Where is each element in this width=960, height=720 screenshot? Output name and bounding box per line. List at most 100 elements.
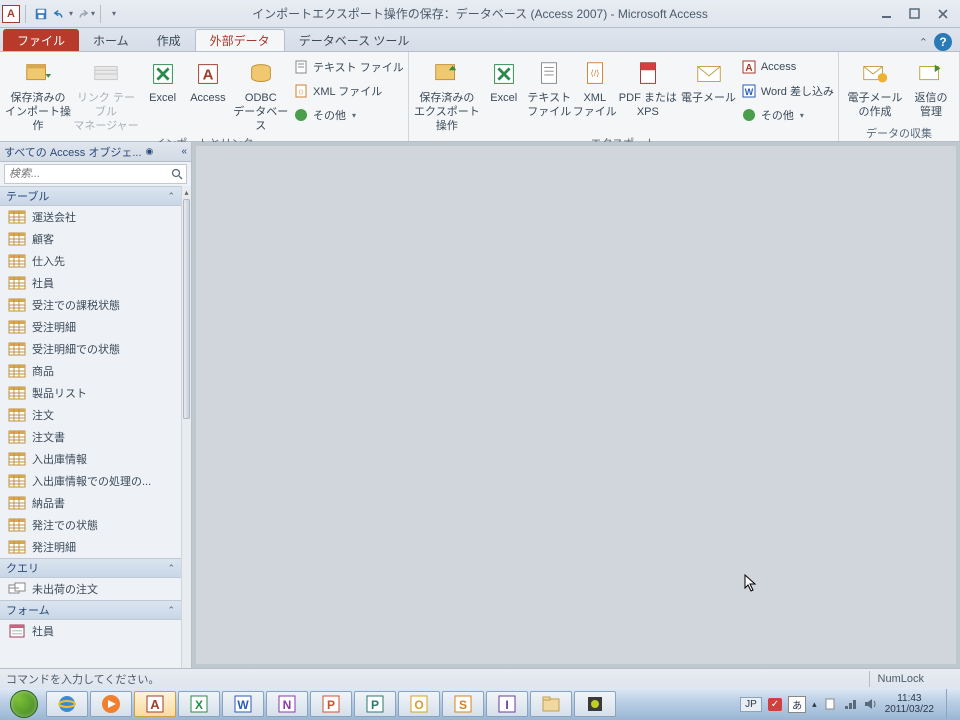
svg-text:S: S <box>459 698 467 712</box>
taskbar-outlook[interactable]: O <box>398 691 440 717</box>
svg-text:N: N <box>283 698 292 712</box>
nav-item[interactable]: 製品リスト <box>0 382 181 404</box>
close-button[interactable] <box>936 7 950 21</box>
nav-category-header[interactable]: テーブル⌃ <box>0 186 181 206</box>
qat-redo-button[interactable]: ▾ <box>75 4 95 24</box>
nav-item[interactable]: 入出庫情報 <box>0 448 181 470</box>
clock[interactable]: 11:432011/03/22 <box>883 693 936 715</box>
svg-text:X: X <box>195 698 203 712</box>
export-pdf-xps-button[interactable]: PDF またはXPS <box>618 54 679 120</box>
export-xml-file-button[interactable]: ⟨/⟩ XMLファイル <box>572 54 618 120</box>
taskbar-sharepoint[interactable]: S <box>442 691 484 717</box>
export-email-button[interactable]: 電子メール <box>678 54 739 106</box>
taskbar-media-player[interactable] <box>90 691 132 717</box>
qat-undo-button[interactable]: ▾ <box>53 4 73 24</box>
svg-text:W: W <box>745 87 754 97</box>
numlock-indicator: NumLock <box>878 673 924 685</box>
qat-customize[interactable]: ▾ <box>108 9 120 18</box>
action-center-icon[interactable] <box>823 697 837 711</box>
start-button[interactable] <box>4 689 44 719</box>
qat-save-button[interactable] <box>31 4 51 24</box>
export-access-button[interactable]: AAccess <box>741 56 796 78</box>
collect-group-label: データの収集 <box>839 125 959 141</box>
nav-item[interactable]: 納品書 <box>0 492 181 514</box>
nav-item[interactable]: 受注明細 <box>0 316 181 338</box>
create-email-button[interactable]: 電子メールの作成 <box>843 54 907 120</box>
tab-home[interactable]: ホーム <box>79 29 143 51</box>
nav-item[interactable]: 運送会社 <box>0 206 181 228</box>
ribbon-minimize-icon[interactable]: ⌃ <box>919 36 928 49</box>
ime-icon[interactable]: ✓ <box>768 698 782 711</box>
taskbar-powerpoint[interactable]: P <box>310 691 352 717</box>
help-button[interactable]: ? <box>934 33 952 51</box>
system-tray: JP ✓ あ ▴ 11:432011/03/22 <box>740 689 956 719</box>
status-message: コマンドを入力してください。 <box>6 671 159 687</box>
saved-imports-button[interactable]: 保存済みのインポート操作 <box>4 54 72 133</box>
export-other-button[interactable]: その他▾ <box>741 104 804 126</box>
nav-item[interactable]: 社員 <box>0 272 181 294</box>
search-icon[interactable] <box>168 165 186 183</box>
taskbar-onenote[interactable]: N <box>266 691 308 717</box>
nav-scrollbar[interactable]: ▴ <box>181 186 191 668</box>
import-xml-file-button[interactable]: ⟨⟩XML ファイル <box>293 80 382 102</box>
svg-text:I: I <box>505 698 508 712</box>
export-text-file-button[interactable]: テキストファイル <box>527 54 573 120</box>
export-word-merge-button[interactable]: WWord 差し込み <box>741 80 834 102</box>
volume-icon[interactable] <box>863 697 877 711</box>
chevron-up-icon: ⌃ <box>167 605 175 616</box>
nav-search-input[interactable] <box>5 165 168 183</box>
taskbar-word[interactable]: W <box>222 691 264 717</box>
ribbon-tabs: ファイル ホーム 作成 外部データ データベース ツール ⌃ ? <box>0 28 960 52</box>
window-title: インポートエクスポート操作の保存：データベース (Access 2007) - … <box>0 5 960 22</box>
nav-item[interactable]: 受注での課税状態 <box>0 294 181 316</box>
tab-create[interactable]: 作成 <box>143 29 195 51</box>
taskbar-excel[interactable]: X <box>178 691 220 717</box>
import-excel-button[interactable]: Excel <box>140 54 185 106</box>
taskbar-app[interactable] <box>574 691 616 717</box>
tab-database-tools[interactable]: データベース ツール <box>285 29 424 51</box>
nav-item[interactable]: 発注での状態 <box>0 514 181 536</box>
nav-item[interactable]: 商品 <box>0 360 181 382</box>
scroll-thumb[interactable] <box>183 199 190 419</box>
nav-item[interactable]: 受注明細での状態 <box>0 338 181 360</box>
taskbar-access[interactable]: A <box>134 691 176 717</box>
tab-external-data[interactable]: 外部データ <box>195 29 285 51</box>
nav-search <box>4 164 187 184</box>
nav-item[interactable]: 仕入先 <box>0 250 181 272</box>
nav-item[interactable]: 注文 <box>0 404 181 426</box>
taskbar-publisher[interactable]: P <box>354 691 396 717</box>
import-text-file-button[interactable]: テキスト ファイル <box>293 56 404 78</box>
show-desktop-button[interactable] <box>946 689 956 719</box>
minimize-button[interactable] <box>880 7 894 21</box>
taskbar-infopath[interactable]: I <box>486 691 528 717</box>
nav-category-header[interactable]: クエリ⌃ <box>0 558 181 578</box>
ime-mode[interactable]: あ <box>788 696 806 713</box>
nav-pane-header[interactable]: すべての Access オブジェ... ◉ « <box>0 142 191 162</box>
scroll-up-icon[interactable]: ▴ <box>182 186 191 198</box>
link-table-manager-button: リンク テーブルマネージャー <box>72 54 140 133</box>
network-icon[interactable] <box>843 697 857 711</box>
taskbar-explorer[interactable] <box>530 691 572 717</box>
import-odbc-button[interactable]: ODBCデータベース <box>231 54 291 133</box>
nav-category-header[interactable]: フォーム⌃ <box>0 600 181 620</box>
language-indicator[interactable]: JP <box>740 697 762 712</box>
tab-file[interactable]: ファイル <box>3 29 79 51</box>
saved-exports-button[interactable]: 保存済みのエクスポート操作 <box>413 54 481 133</box>
ribbon: 保存済みのインポート操作 リンク テーブルマネージャー Excel A Acce… <box>0 52 960 142</box>
import-other-button[interactable]: その他▾ <box>293 104 356 126</box>
maximize-button[interactable] <box>908 7 922 21</box>
manage-replies-button[interactable]: 返信の管理 <box>907 54 955 120</box>
nav-item[interactable]: 発注明細 <box>0 536 181 558</box>
nav-dropdown-icon[interactable]: ◉ <box>142 146 158 157</box>
nav-item[interactable]: 社員 <box>0 620 181 642</box>
nav-item[interactable]: 顧客 <box>0 228 181 250</box>
tray-chevron-up-icon[interactable]: ▴ <box>812 699 817 710</box>
import-access-button[interactable]: A Access <box>185 54 230 106</box>
nav-item[interactable]: 入出庫情報での処理の... <box>0 470 181 492</box>
nav-item[interactable]: 注文書 <box>0 426 181 448</box>
navigation-pane: すべての Access オブジェ... ◉ « テーブル⌃運送会社顧客仕入先社員… <box>0 142 192 668</box>
nav-collapse-icon[interactable]: « <box>181 146 187 157</box>
nav-item[interactable]: 未出荷の注文 <box>0 578 181 600</box>
taskbar-ie[interactable] <box>46 691 88 717</box>
export-excel-button[interactable]: Excel <box>481 54 527 106</box>
